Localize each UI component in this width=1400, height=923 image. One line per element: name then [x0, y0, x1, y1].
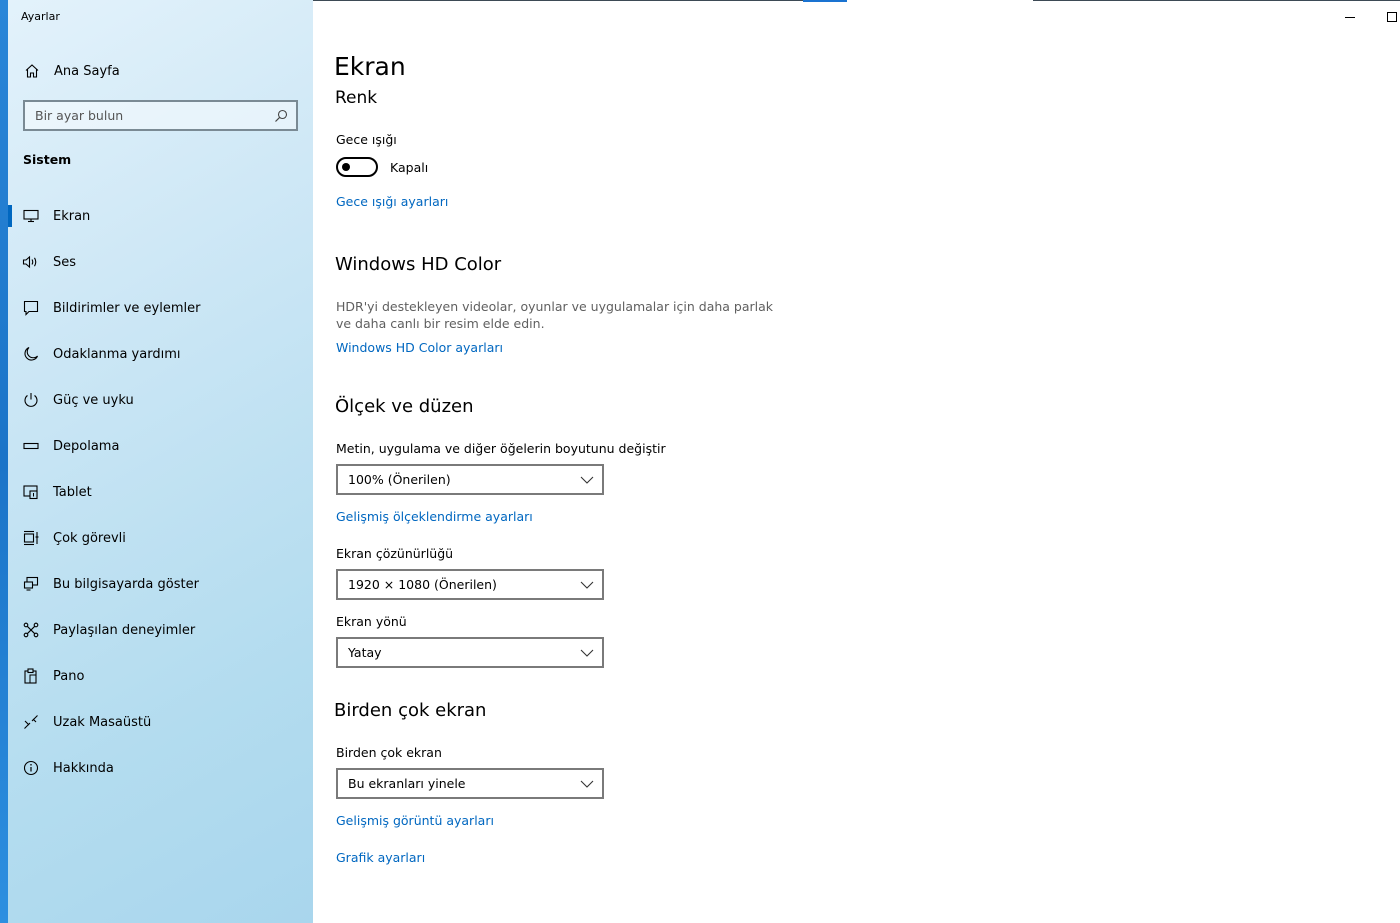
maximize-icon — [1387, 12, 1397, 22]
sidebar-item-ekran[interactable]: Ekran — [8, 193, 313, 239]
sidebar-item-hakkinda[interactable]: Hakkında — [8, 745, 313, 791]
search-icon[interactable] — [274, 109, 288, 123]
home-nav-item[interactable]: Ana Sayfa — [8, 56, 313, 86]
sidebar-item-uzak-masaustu[interactable]: Uzak Masaüstü — [8, 699, 313, 745]
scale-layout-title: Ölçek ve düzen — [335, 396, 474, 417]
main-content: Ekran Renk Gece ışığı Kapalı Gece ışığı … — [313, 0, 1400, 923]
monitor-icon — [22, 207, 40, 225]
sidebar-item-label: Pano — [53, 668, 85, 684]
sidebar-item-label: Çok görevli — [53, 530, 126, 546]
home-icon — [23, 62, 41, 80]
notification-icon — [22, 299, 40, 317]
multiple-displays-title: Birden çok ekran — [334, 700, 487, 721]
chevron-down-icon — [580, 780, 594, 788]
title-bar-border — [1033, 0, 1400, 1]
settings-window: Ayarlar Ana Sayfa Sistem Ekran — [0, 0, 1400, 923]
color-section-title: Renk — [335, 88, 378, 108]
minimize-icon — [1345, 16, 1355, 18]
section-title: Sistem — [23, 152, 72, 167]
storage-icon — [22, 437, 40, 455]
title-bar-border — [313, 0, 803, 1]
sidebar-item-depolama[interactable]: Depolama — [8, 423, 313, 469]
hd-color-description: HDR'yi destekleyen videolar, oyunlar ve … — [336, 299, 774, 331]
search-input[interactable] — [35, 108, 255, 123]
sidebar-item-cok-gorevli[interactable]: Çok görevli — [8, 515, 313, 561]
power-icon — [22, 391, 40, 409]
projecting-icon — [22, 575, 40, 593]
sidebar-item-label: Odaklanma yardımı — [53, 346, 181, 362]
night-light-state: Kapalı — [390, 160, 429, 175]
sidebar-item-label: Güç ve uyku — [53, 392, 134, 408]
sidebar-item-bu-bilgisayarda-goster[interactable]: Bu bilgisayarda göster — [8, 561, 313, 607]
minimize-button[interactable] — [1340, 8, 1360, 26]
multiple-displays-dropdown-value: Bu ekranları yinele — [348, 776, 466, 791]
chevron-down-icon — [580, 649, 594, 657]
title-bar-accent — [803, 0, 847, 2]
chevron-down-icon — [580, 476, 594, 484]
multiple-displays-label: Birden çok ekran — [336, 745, 442, 760]
chevron-down-icon — [580, 581, 594, 589]
advanced-display-settings-link[interactable]: Gelişmiş görüntü ayarları — [336, 813, 494, 828]
sidebar: Ayarlar Ana Sayfa Sistem Ekran — [8, 0, 313, 923]
sidebar-item-label: Hakkında — [53, 760, 114, 776]
scale-label: Metin, uygulama ve diğer öğelerin boyutu… — [336, 441, 666, 456]
maximize-button[interactable] — [1384, 9, 1400, 25]
resolution-label: Ekran çözünürlüğü — [336, 546, 454, 561]
hd-color-title: Windows HD Color — [335, 254, 502, 275]
sidebar-item-paylasilan[interactable]: Paylaşılan deneyimler — [8, 607, 313, 653]
night-light-settings-link[interactable]: Gece ışığı ayarları — [336, 194, 448, 209]
multiple-displays-dropdown[interactable]: Bu ekranları yinele — [336, 768, 604, 799]
night-light-label: Gece ışığı — [336, 132, 397, 147]
sidebar-item-label: Bu bilgisayarda göster — [53, 576, 199, 592]
hd-color-settings-link[interactable]: Windows HD Color ayarları — [336, 340, 503, 355]
page-title: Ekran — [334, 52, 406, 81]
sidebar-item-tablet[interactable]: Tablet — [8, 469, 313, 515]
sidebar-item-label: Ses — [53, 254, 77, 270]
moon-icon — [22, 345, 40, 363]
sidebar-item-label: Paylaşılan deneyimler — [53, 622, 196, 638]
toggle-knob — [342, 163, 350, 171]
tablet-icon — [22, 483, 40, 501]
sidebar-item-bildirimler[interactable]: Bildirimler ve eylemler — [8, 285, 313, 331]
app-title: Ayarlar — [21, 10, 60, 23]
sidebar-nav: Ekran Ses Bildirimler ve eylemler Odakla… — [8, 193, 313, 791]
sidebar-item-label: Depolama — [53, 438, 120, 454]
orientation-dropdown[interactable]: Yatay — [336, 637, 604, 668]
sidebar-item-label: Uzak Masaüstü — [53, 714, 152, 730]
scale-dropdown[interactable]: 100% (Önerilen) — [336, 464, 604, 495]
sidebar-item-label: Tablet — [53, 484, 92, 500]
sidebar-item-pano[interactable]: Pano — [8, 653, 313, 699]
scale-dropdown-value: 100% (Önerilen) — [348, 472, 451, 487]
sidebar-item-label: Bildirimler ve eylemler — [53, 300, 201, 316]
sidebar-item-label: Ekran — [53, 208, 91, 224]
sidebar-item-odaklanma[interactable]: Odaklanma yardımı — [8, 331, 313, 377]
multitasking-icon — [22, 529, 40, 547]
sidebar-item-ses[interactable]: Ses — [8, 239, 313, 285]
orientation-label: Ekran yönü — [336, 614, 407, 629]
night-light-toggle[interactable] — [336, 157, 378, 177]
graphics-settings-link[interactable]: Grafik ayarları — [336, 850, 425, 865]
shared-experiences-icon — [22, 621, 40, 639]
resolution-dropdown-value: 1920 × 1080 (Önerilen) — [348, 577, 497, 592]
info-icon — [22, 759, 40, 777]
advanced-scaling-link[interactable]: Gelişmiş ölçeklendirme ayarları — [336, 509, 533, 524]
sidebar-item-guc[interactable]: Güç ve uyku — [8, 377, 313, 423]
speaker-icon — [22, 253, 40, 271]
home-nav-label: Ana Sayfa — [54, 63, 120, 79]
orientation-dropdown-value: Yatay — [348, 645, 382, 660]
resolution-dropdown[interactable]: 1920 × 1080 (Önerilen) — [336, 569, 604, 600]
clipboard-icon — [22, 667, 40, 685]
desktop-background-strip — [0, 0, 8, 923]
settings-search[interactable] — [23, 100, 298, 131]
remote-desktop-icon — [22, 713, 40, 731]
